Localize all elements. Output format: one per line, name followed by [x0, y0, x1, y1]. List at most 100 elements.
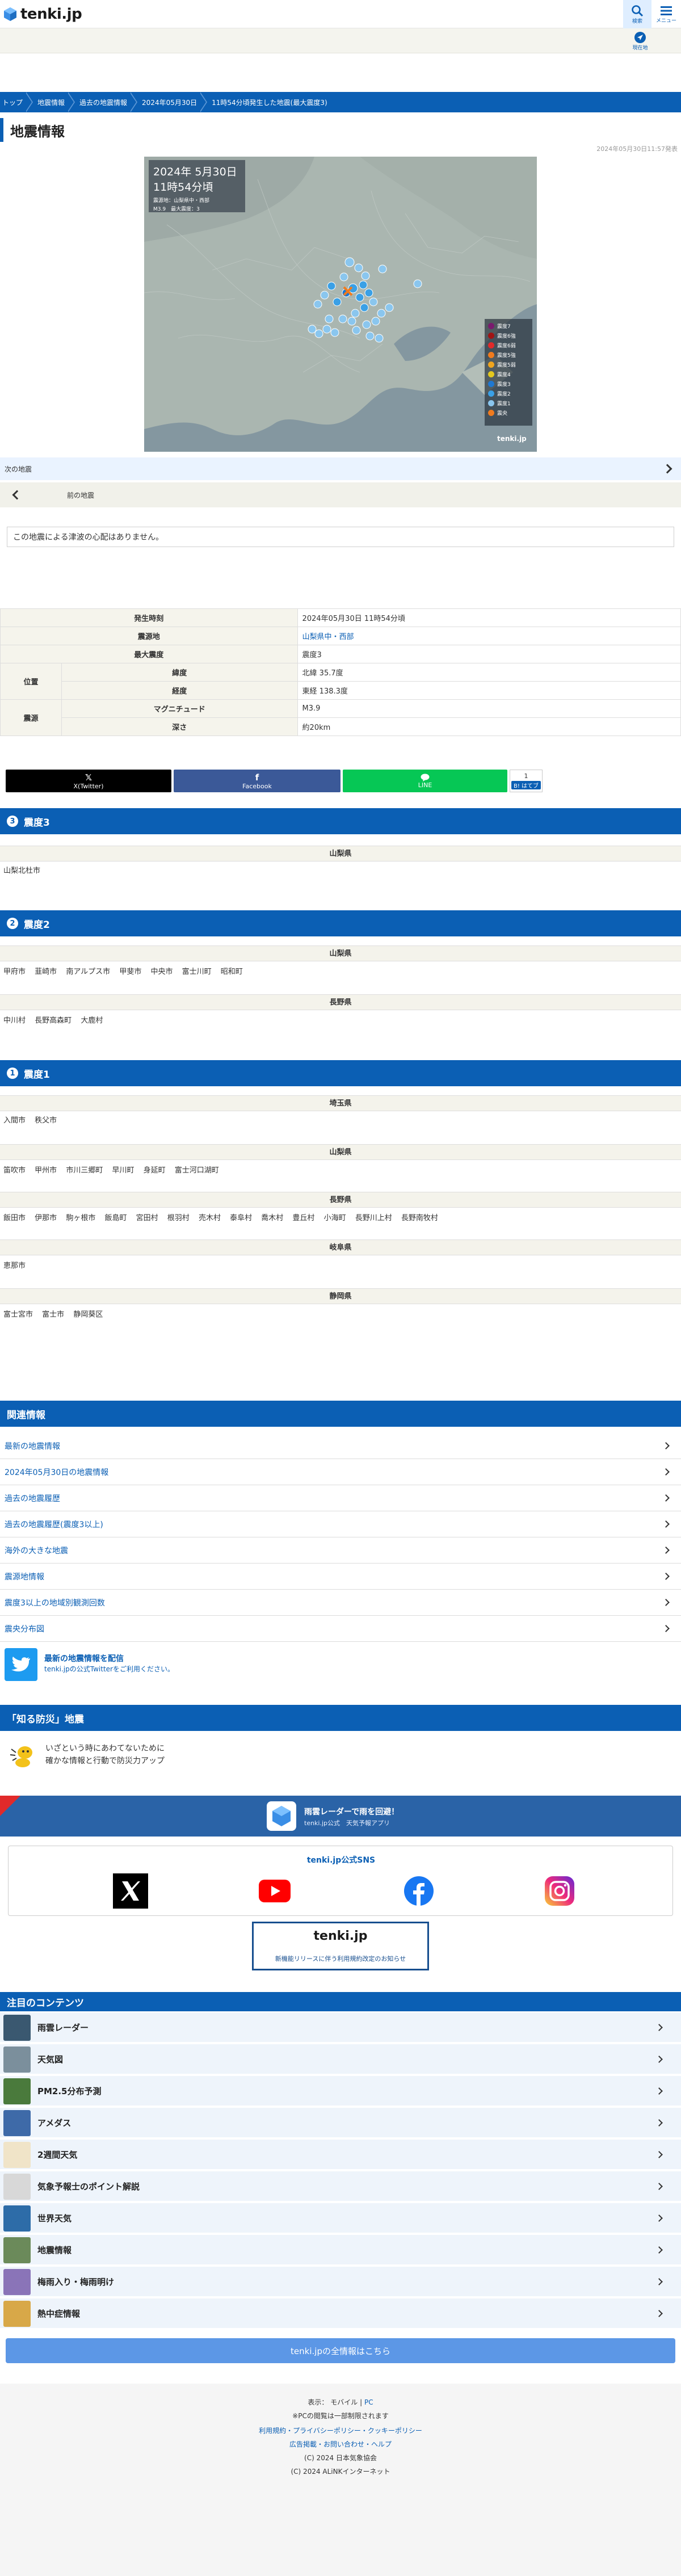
pref-header: 岐阜県	[0, 1239, 681, 1255]
city-name: 長野南牧村	[401, 1214, 438, 1222]
featured-item[interactable]: アメダス	[0, 2108, 681, 2138]
occurred-label: 発生時刻	[0, 608, 298, 627]
featured-item[interactable]: 世界天気	[0, 2203, 681, 2234]
related-link-label: 震源地情報	[5, 1573, 44, 1582]
related-link[interactable]: 震央分布図	[0, 1616, 681, 1642]
legend-swatch	[488, 362, 494, 368]
legend-entry: 震度5弱	[488, 360, 529, 369]
featured-item[interactable]: 天気図	[0, 2044, 681, 2075]
featured-item[interactable]: 地震情報	[0, 2235, 681, 2266]
city-list: 笛吹市 甲州市 市川三郷町 早川町 身延町 富士河口湖町	[3, 1165, 679, 1177]
all-info-button[interactable]: tenki.jpの全情報はこちら	[6, 2338, 675, 2363]
legend-label: 震度7	[497, 324, 511, 330]
featured-item-label: アメダス	[37, 2117, 72, 2128]
city-name: 笛吹市	[3, 1166, 26, 1175]
earthquake-info-table: 発生時刻 2024年05月30日 11時54分頃 震源地 山梨県中・西部 最大震…	[0, 608, 681, 736]
pref-header: 山梨県	[0, 945, 681, 961]
featured-item-label: 2週間天気	[37, 2149, 78, 2160]
chevron-right-icon	[655, 2119, 663, 2127]
featured-item[interactable]: 雨雲レーダー	[0, 2012, 681, 2043]
legend-label: 震度5強	[497, 353, 516, 359]
intensity-3-title: 震度3	[24, 817, 50, 829]
pref-header: 山梨県	[0, 846, 681, 862]
chevron-right-icon	[662, 464, 672, 474]
featured-item[interactable]: 2週間天気	[0, 2140, 681, 2170]
featured-item-label: 天気図	[37, 2054, 64, 2065]
map-date: 2024年 5月30日	[153, 166, 237, 178]
menu-button[interactable]: メニュー	[652, 0, 680, 28]
site-logo[interactable]: tenki.jp	[2, 3, 82, 25]
related-link[interactable]: 震源地情報	[0, 1564, 681, 1590]
notice-logo: tenki.jp	[313, 1929, 368, 1943]
breadcrumb-earthquake[interactable]: 地震情報	[37, 98, 65, 107]
mobile-link[interactable]: モバイル	[330, 2398, 358, 2406]
related-link[interactable]: 2024年05月30日の地震情報	[0, 1460, 681, 1485]
legend-entry: 震度3	[488, 379, 529, 389]
chevron-right-icon	[662, 1573, 670, 1580]
twitter-title[interactable]: 最新の地震情報を配信	[44, 1653, 124, 1664]
hamburger-icon	[661, 6, 672, 15]
map-caption-epicenter: 震源地：山梨県中・西部	[153, 198, 210, 204]
table-row: 発生時刻 2024年05月30日 11時54分頃	[0, 608, 681, 627]
sns-x-link[interactable]	[113, 1873, 148, 1909]
featured-item[interactable]: 梅雨入り・梅雨明け	[0, 2267, 681, 2297]
legend-swatch	[488, 381, 494, 387]
sns-instagram-link[interactable]	[542, 1873, 577, 1909]
featured-header: 注目のコンテンツ	[0, 1992, 681, 2011]
copyright-2: (C) 2024 ALiNKインターネット	[291, 2468, 390, 2476]
sns-facebook-link[interactable]	[401, 1873, 436, 1909]
related-link[interactable]: 海外の大きな地震	[0, 1538, 681, 1564]
prev-earthquake-link[interactable]: 前の地震	[0, 482, 681, 507]
city-list: 中川村 長野高森町 大鹿村	[3, 1015, 679, 1027]
related-link[interactable]: 最新の地震情報	[0, 1434, 681, 1459]
pc-link[interactable]: PC	[364, 2398, 373, 2406]
terms-notice-banner[interactable]: tenki.jp 新機能リリースに伴う利用規約改定のお知らせ	[252, 1922, 429, 1970]
city-name: 飯島町	[104, 1214, 127, 1222]
featured-item[interactable]: PM2.5分布予測	[0, 2076, 681, 2107]
legend-label: 震央	[497, 411, 508, 417]
related-link[interactable]: 過去の地震履歴(震度3以上)	[0, 1512, 681, 1537]
city-list: 山梨北杜市	[3, 865, 679, 877]
map-time: 11時54分頃	[153, 181, 213, 194]
featured-item[interactable]: 気象予報士のポイント解説	[0, 2171, 681, 2202]
breadcrumb-current: 11時54分頃発生した地震(最大震度3)	[212, 98, 327, 107]
city-name: 泰阜村	[230, 1214, 253, 1222]
share-x-button[interactable]: 𝕏 X(Twitter)	[6, 770, 171, 792]
related-link-label: 海外の大きな地震	[5, 1547, 68, 1556]
bookmark-label: B! はてブ	[511, 781, 541, 789]
breadcrumb-past[interactable]: 過去の地震情報	[79, 98, 127, 107]
footer-links-1[interactable]: 利用規約・プライバシーポリシー・クッキーポリシー	[0, 2426, 681, 2435]
footer-links-2-text[interactable]: 広告掲載・お問い合わせ・ヘルプ	[289, 2440, 392, 2448]
footer-links-2[interactable]: 広告掲載・お問い合わせ・ヘルプ	[0, 2439, 681, 2449]
epicenter-link[interactable]: 山梨県中・西部	[302, 633, 354, 641]
hatena-bookmark-button[interactable]: 1 B! はてブ	[510, 770, 543, 792]
sns-box: tenki.jp公式SNS	[8, 1846, 673, 1916]
footer-links-1-text[interactable]: 利用規約・プライバシーポリシー・クッキーポリシー	[259, 2427, 422, 2435]
twitter-link[interactable]	[5, 1648, 37, 1681]
related-link[interactable]: 震度3以上の地域別観測回数	[0, 1590, 681, 1616]
related-link[interactable]: 過去の地震履歴	[0, 1486, 681, 1511]
featured-item[interactable]: 熱中症情報	[0, 2298, 681, 2329]
featured-thumbnail	[3, 2269, 31, 2295]
city-name: 市川三郷町	[66, 1166, 103, 1175]
search-button[interactable]: 検索	[623, 0, 651, 28]
latitude-label: 緯度	[61, 663, 298, 682]
next-earthquake-link[interactable]: 次の地震	[0, 457, 681, 480]
line-icon	[421, 774, 430, 781]
share-line-button[interactable]: LINE	[343, 770, 507, 792]
current-location-button[interactable]: 現在地	[623, 28, 657, 53]
app-icon	[267, 1801, 296, 1831]
breadcrumb-date[interactable]: 2024年05月30日	[142, 98, 197, 107]
legend-entry: 震度6弱	[488, 341, 529, 350]
legend-entry: 震度6強	[488, 331, 529, 341]
breadcrumb-top[interactable]: トップ	[2, 98, 23, 107]
city-name: 中川村	[3, 1016, 26, 1025]
sns-youtube-link[interactable]	[257, 1873, 292, 1909]
longitude-value: 東経 138.3度	[297, 681, 681, 700]
city-list: 入間市 秩父市	[3, 1115, 679, 1127]
share-facebook-button[interactable]: f Facebook	[174, 770, 340, 792]
chevron-right-icon	[655, 2246, 663, 2254]
map-brand: tenki.jp	[497, 435, 527, 443]
legend-label: 震度2	[497, 392, 511, 397]
city-name: 入間市	[3, 1116, 26, 1125]
